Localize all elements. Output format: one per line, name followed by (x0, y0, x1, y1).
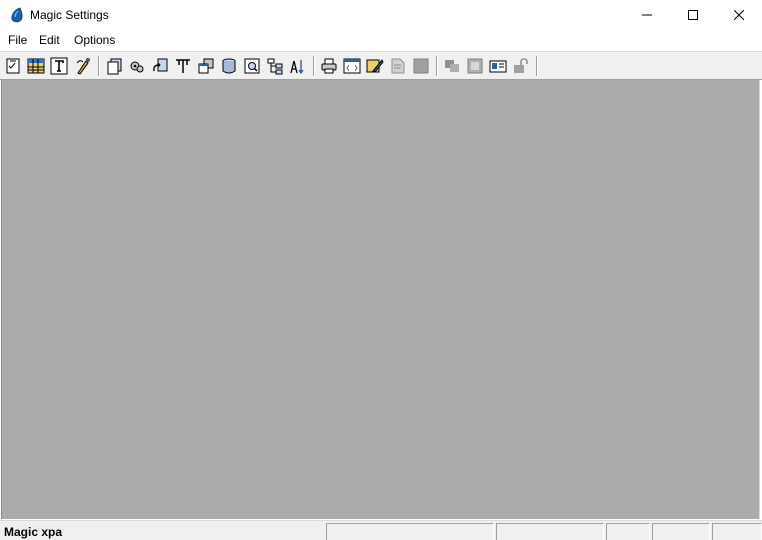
status-pane (652, 523, 710, 540)
hierarchy-button[interactable] (266, 57, 284, 75)
status-pane (496, 523, 604, 540)
toolbar-separator (536, 56, 538, 76)
text-icon (50, 57, 68, 75)
sort-az-button[interactable] (289, 57, 307, 75)
find-window-button[interactable] (243, 57, 261, 75)
status-pane (712, 523, 762, 540)
toolbar (0, 51, 762, 80)
copy-pages-icon (107, 58, 122, 75)
menu-bar: File Edit Options (0, 30, 762, 50)
close-button[interactable] (716, 0, 762, 30)
menu-edit[interactable]: Edit (39, 32, 60, 49)
window-title: Magic Settings (30, 8, 109, 22)
stacked-windows-button[interactable] (197, 57, 215, 75)
code-window-icon (343, 58, 361, 74)
properties-icon (6, 58, 20, 74)
toolbar-separator (313, 56, 315, 76)
id-card-icon (489, 60, 507, 73)
pen-brush-button[interactable] (74, 57, 92, 75)
maximize-icon (688, 10, 698, 20)
magic-drop-icon (11, 7, 23, 23)
status-pane (326, 523, 494, 540)
status-text: Magic xpa (4, 525, 63, 539)
id-card-button[interactable] (489, 57, 507, 75)
toolbar-separator (98, 56, 100, 76)
menu-options[interactable]: Options (74, 32, 115, 49)
frame-button (466, 57, 484, 75)
menu-file[interactable]: File (8, 32, 27, 49)
close-icon (734, 10, 744, 20)
pen-brush-icon (76, 58, 90, 75)
tree-branch-button[interactable] (174, 57, 192, 75)
minimize-icon (642, 14, 652, 16)
page-gray-icon (413, 58, 429, 74)
maximize-button[interactable] (670, 0, 716, 30)
refresh-pages-button[interactable] (151, 57, 169, 75)
print-icon (321, 58, 337, 74)
toolbar-separator (436, 56, 438, 76)
bring-front-button (443, 57, 461, 75)
refresh-pages-icon (153, 58, 168, 72)
stacked-windows-icon (198, 58, 214, 74)
table-grid-icon (27, 58, 45, 74)
status-pane (606, 523, 650, 540)
text-button[interactable] (50, 57, 68, 75)
edit-form-button[interactable] (366, 57, 384, 75)
hierarchy-icon (267, 58, 283, 75)
page-gray-button (412, 57, 430, 75)
cylinder-button[interactable] (220, 57, 238, 75)
frame-icon (467, 58, 483, 74)
find-window-icon (244, 58, 260, 74)
unlock-icon (514, 58, 528, 73)
unlock-button (512, 57, 530, 75)
edit-form-icon (366, 59, 384, 73)
mdi-workspace[interactable] (1, 80, 760, 519)
bring-front-icon (445, 60, 459, 72)
table-grid-button[interactable] (27, 57, 45, 75)
document-gray-icon (391, 58, 405, 74)
status-bar: Magic xpa (0, 520, 762, 540)
tree-branch-icon (176, 59, 190, 73)
print-button[interactable] (320, 57, 338, 75)
properties-button[interactable] (4, 57, 22, 75)
copy-pages-button[interactable] (105, 57, 123, 75)
code-window-button[interactable] (343, 57, 361, 75)
title-bar[interactable]: Magic Settings (0, 0, 762, 30)
gear-pages-icon (130, 61, 144, 73)
document-gray-button (389, 57, 407, 75)
minimize-button[interactable] (624, 0, 670, 30)
cylinder-icon (222, 58, 236, 74)
sort-az-icon (290, 60, 304, 75)
gear-pages-button[interactable] (128, 57, 146, 75)
